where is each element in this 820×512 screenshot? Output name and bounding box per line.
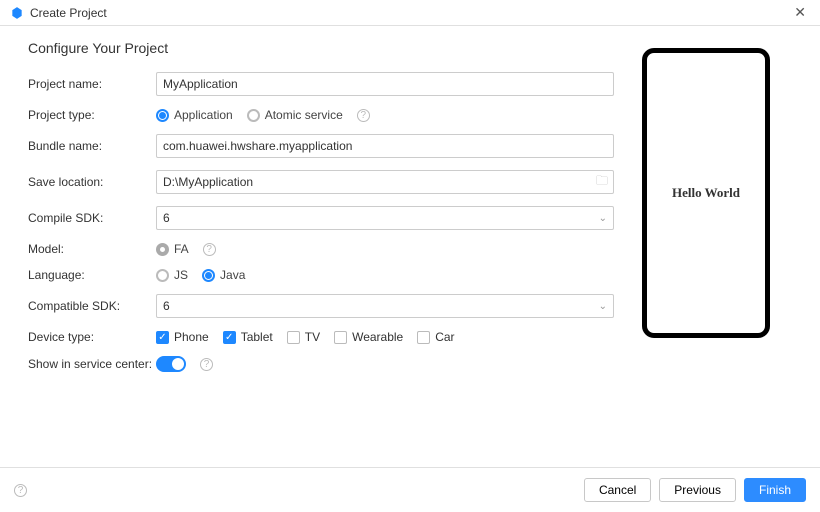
close-icon[interactable]: ✕ <box>790 4 810 21</box>
language-java-radio[interactable]: Java <box>202 268 245 282</box>
help-icon[interactable]: ? <box>14 484 27 497</box>
app-logo-icon <box>10 6 24 20</box>
device-type-phone-checkbox[interactable]: ✓Phone <box>156 330 209 344</box>
page-title: Configure Your Project <box>28 40 622 56</box>
service-center-label: Show in service center: <box>28 357 156 371</box>
previous-button[interactable]: Previous <box>659 478 736 502</box>
project-name-input[interactable] <box>156 72 614 96</box>
finish-button[interactable]: Finish <box>744 478 806 502</box>
compatible-sdk-label: Compatible SDK: <box>28 299 156 313</box>
device-type-tablet-checkbox[interactable]: ✓Tablet <box>223 330 273 344</box>
project-name-label: Project name: <box>28 77 156 91</box>
cancel-button[interactable]: Cancel <box>584 478 651 502</box>
create-project-dialog: Create Project ✕ Configure Your Project … <box>0 0 820 512</box>
device-type-wearable-checkbox[interactable]: Wearable <box>334 330 403 344</box>
window-title: Create Project <box>30 6 107 20</box>
language-label: Language: <box>28 268 156 282</box>
help-icon[interactable]: ? <box>200 358 213 371</box>
device-type-car-checkbox[interactable]: Car <box>417 330 454 344</box>
device-preview: Hello World <box>642 48 770 338</box>
device-type-label: Device type: <box>28 330 156 344</box>
titlebar: Create Project ✕ <box>0 0 820 26</box>
project-type-application-radio[interactable]: Application <box>156 108 233 122</box>
language-js-radio[interactable]: JS <box>156 268 188 282</box>
save-location-input[interactable] <box>156 170 614 194</box>
chevron-down-icon: ⌄ <box>599 301 607 312</box>
preview-text: Hello World <box>672 185 740 201</box>
project-type-atomic-radio[interactable]: Atomic service <box>247 108 343 122</box>
save-location-label: Save location: <box>28 175 156 189</box>
chevron-down-icon: ⌄ <box>599 213 607 224</box>
bundle-name-label: Bundle name: <box>28 139 156 153</box>
folder-icon[interactable]: 🗀 <box>596 172 608 193</box>
help-icon[interactable]: ? <box>357 109 370 122</box>
compile-sdk-label: Compile SDK: <box>28 211 156 225</box>
project-type-label: Project type: <box>28 108 156 122</box>
model-label: Model: <box>28 242 156 256</box>
compatible-sdk-select[interactable]: 6 ⌄ <box>156 294 614 318</box>
compile-sdk-select[interactable]: 6 ⌄ <box>156 206 614 230</box>
help-icon[interactable]: ? <box>203 243 216 256</box>
service-center-toggle[interactable] <box>156 356 186 372</box>
device-type-tv-checkbox[interactable]: TV <box>287 330 320 344</box>
model-fa-radio: FA <box>156 242 189 256</box>
bundle-name-input[interactable] <box>156 134 614 158</box>
